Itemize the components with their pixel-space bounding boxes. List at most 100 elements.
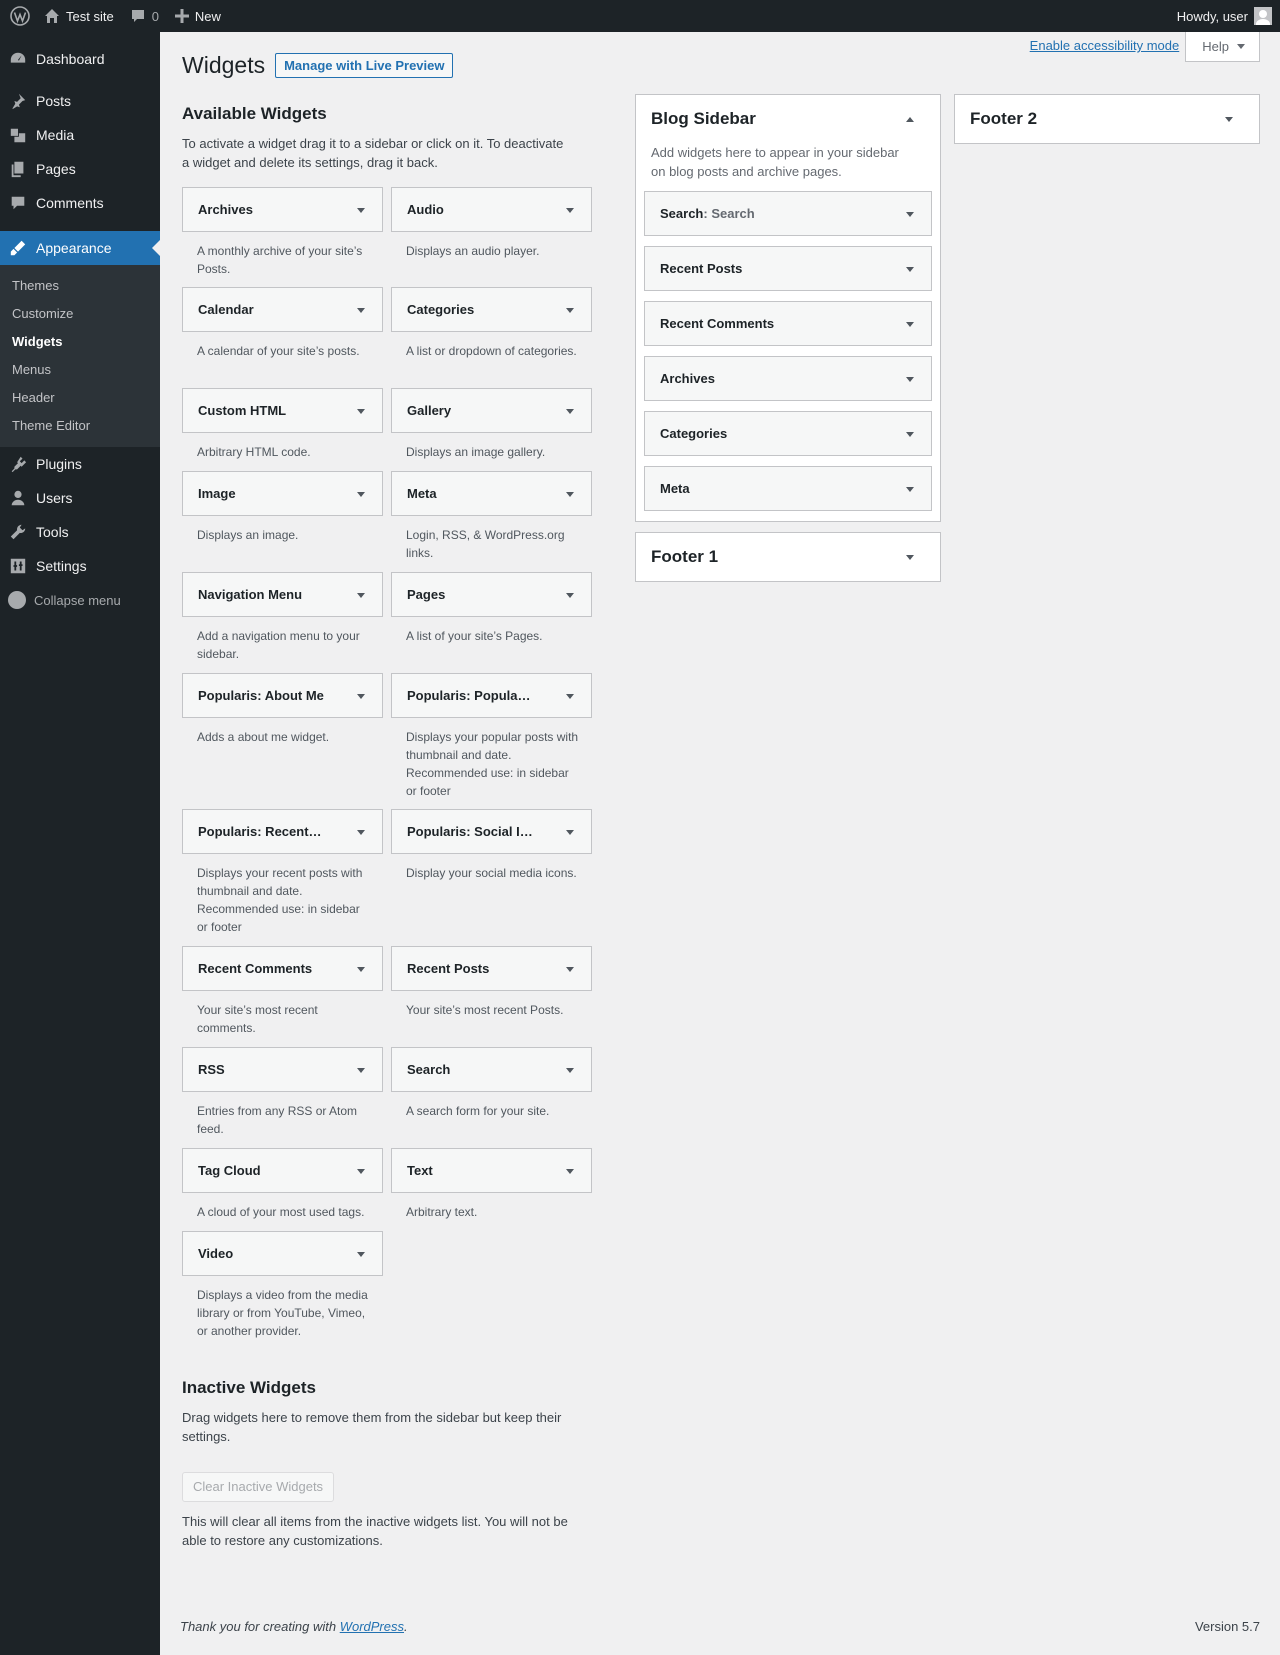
menu-item-dashboard[interactable]: Dashboard — [0, 42, 160, 76]
available-widget[interactable]: Calendar — [182, 287, 383, 332]
widget-description: Display your social media icons. — [406, 866, 577, 880]
menu-item-media[interactable]: Media — [0, 118, 160, 152]
available-widget[interactable]: Categories — [391, 287, 592, 332]
widget-title: Categories — [660, 426, 728, 441]
widget-title: Meta — [407, 486, 437, 501]
pages-icon — [8, 159, 28, 179]
chevron-up-icon — [906, 117, 914, 122]
inactive-widgets-title: Inactive Widgets — [182, 1378, 316, 1397]
pin-icon — [8, 91, 28, 111]
widget-description: Displays an audio player. — [406, 244, 540, 258]
footer-2-header[interactable]: Footer 2 — [955, 95, 1259, 143]
manage-live-preview-button[interactable]: Manage with Live Preview — [275, 53, 454, 78]
menu-item-users[interactable]: Users — [0, 481, 160, 515]
available-widget[interactable]: Text — [391, 1148, 592, 1193]
available-widget[interactable]: Recent Posts — [391, 946, 592, 991]
sidebar-widget[interactable]: Categories — [644, 411, 932, 456]
menu-item-pages[interactable]: Pages — [0, 152, 160, 186]
site-name: Test site — [66, 8, 114, 24]
widget-description: A calendar of your site’s posts. — [197, 344, 360, 358]
footer-1-header[interactable]: Footer 1 — [636, 533, 940, 581]
avatar — [1254, 7, 1272, 25]
widget-description: Entries from any RSS or Atom feed. — [197, 1104, 358, 1136]
widget-description: Displays an image gallery. — [406, 445, 546, 459]
menu-item-settings[interactable]: Settings — [0, 549, 160, 583]
my-account[interactable]: Howdy, user — [1177, 0, 1272, 32]
chevron-down-icon — [357, 492, 365, 497]
available-widget[interactable]: Pages — [391, 572, 592, 617]
chevron-down-icon — [906, 377, 914, 382]
admin-bar: Test site 0 New Howdy, user — [0, 0, 1280, 32]
available-widget[interactable]: Tag Cloud — [182, 1148, 383, 1193]
menu-item-appearance[interactable]: Appearance — [0, 231, 160, 265]
available-widgets-description: To activate a widget drag it to a sideba… — [182, 136, 564, 170]
available-widget[interactable]: Search — [391, 1047, 592, 1092]
available-widget[interactable]: Popularis: About Me — [182, 673, 383, 718]
available-widget[interactable]: Image — [182, 471, 383, 516]
wordpress-link[interactable]: WordPress — [340, 1619, 404, 1634]
brush-icon — [8, 238, 28, 258]
available-widget[interactable]: Gallery — [391, 388, 592, 433]
available-widget[interactable]: Video — [182, 1231, 383, 1276]
available-widget[interactable]: Custom HTML — [182, 388, 383, 433]
submenu-item-menus[interactable]: Menus — [0, 356, 160, 384]
available-widget[interactable]: Recent Comments — [182, 946, 383, 991]
menu-item-comments[interactable]: Comments — [0, 186, 160, 220]
widget-title: Tag Cloud — [198, 1163, 261, 1178]
menu-item-plugins[interactable]: Plugins — [0, 447, 160, 481]
chevron-down-icon — [566, 1169, 574, 1174]
comments-count: 0 — [151, 8, 159, 24]
widget-title: Text — [407, 1163, 433, 1178]
available-widget[interactable]: Navigation Menu — [182, 572, 383, 617]
wrench-icon — [8, 522, 28, 542]
available-widget[interactable]: RSS — [182, 1047, 383, 1092]
available-widget[interactable]: Popularis: Popula… — [391, 673, 592, 718]
blog-sidebar-description: Add widgets here to appear in your sideb… — [651, 145, 899, 179]
clear-inactive-widgets-button[interactable]: Clear Inactive Widgets — [182, 1472, 335, 1502]
available-widget[interactable]: Audio — [391, 187, 592, 232]
inactive-widgets: Inactive Widgets Drag widgets here to re… — [182, 1378, 602, 1550]
submenu-item-widgets[interactable]: Widgets — [0, 328, 160, 356]
sidebar-widget[interactable]: Search: Search — [644, 191, 932, 236]
comment-icon — [131, 10, 144, 22]
sidebar-widget[interactable]: Meta — [644, 466, 932, 511]
sidebar-widget[interactable]: Recent Posts — [644, 246, 932, 291]
chevron-down-icon — [906, 555, 914, 560]
help-button[interactable]: Help — [1185, 32, 1260, 62]
available-widget[interactable]: Popularis: Social I… — [391, 809, 592, 854]
blog-sidebar-header[interactable]: Blog Sidebar — [636, 95, 940, 143]
widget-description: Your site’s most recent Posts. — [406, 1003, 564, 1017]
menu-item-tools[interactable]: Tools — [0, 515, 160, 549]
plus-icon — [174, 9, 189, 23]
comments-link[interactable]: 0 — [122, 0, 167, 32]
available-widget[interactable]: Popularis: Recent… — [182, 809, 383, 854]
widget-title: RSS — [198, 1062, 225, 1077]
chevron-down-icon — [357, 308, 365, 313]
footer-1-area: Footer 1 — [635, 532, 941, 582]
chevron-down-icon — [357, 409, 365, 414]
site-name-link[interactable]: Test site — [36, 0, 122, 32]
available-widget[interactable]: Meta — [391, 471, 592, 516]
menu-item-posts[interactable]: Posts — [0, 84, 160, 118]
submenu-item-customize[interactable]: Customize — [0, 300, 160, 328]
accessibility-mode-link[interactable]: Enable accessibility mode — [1030, 38, 1180, 53]
chevron-down-icon — [357, 1169, 365, 1174]
new-content-link[interactable]: New — [167, 0, 229, 32]
widget-title: Popularis: Popula… — [407, 688, 531, 703]
sidebar-widget[interactable]: Recent Comments — [644, 301, 932, 346]
footer-version: Version 5.7 — [1194, 1619, 1260, 1634]
submenu-item-themes[interactable]: Themes — [0, 272, 160, 300]
widget-description: Your site’s most recent comments. — [197, 1003, 318, 1035]
sidebar-widget[interactable]: Archives — [644, 356, 932, 401]
wordpress-logo-icon[interactable] — [0, 0, 36, 32]
collapse-icon — [8, 591, 26, 609]
chevron-down-icon — [566, 1068, 574, 1073]
widget-title: Categories — [407, 302, 475, 317]
available-widget[interactable]: Archives — [182, 187, 383, 232]
widget-title: Video — [198, 1246, 234, 1261]
submenu-item-header[interactable]: Header — [0, 384, 160, 412]
dashboard-icon — [8, 49, 28, 69]
submenu-item-theme-editor[interactable]: Theme Editor — [0, 412, 160, 440]
widget-title: Popularis: Recent… — [198, 824, 322, 839]
collapse-menu-button[interactable]: Collapse menu — [0, 583, 160, 617]
